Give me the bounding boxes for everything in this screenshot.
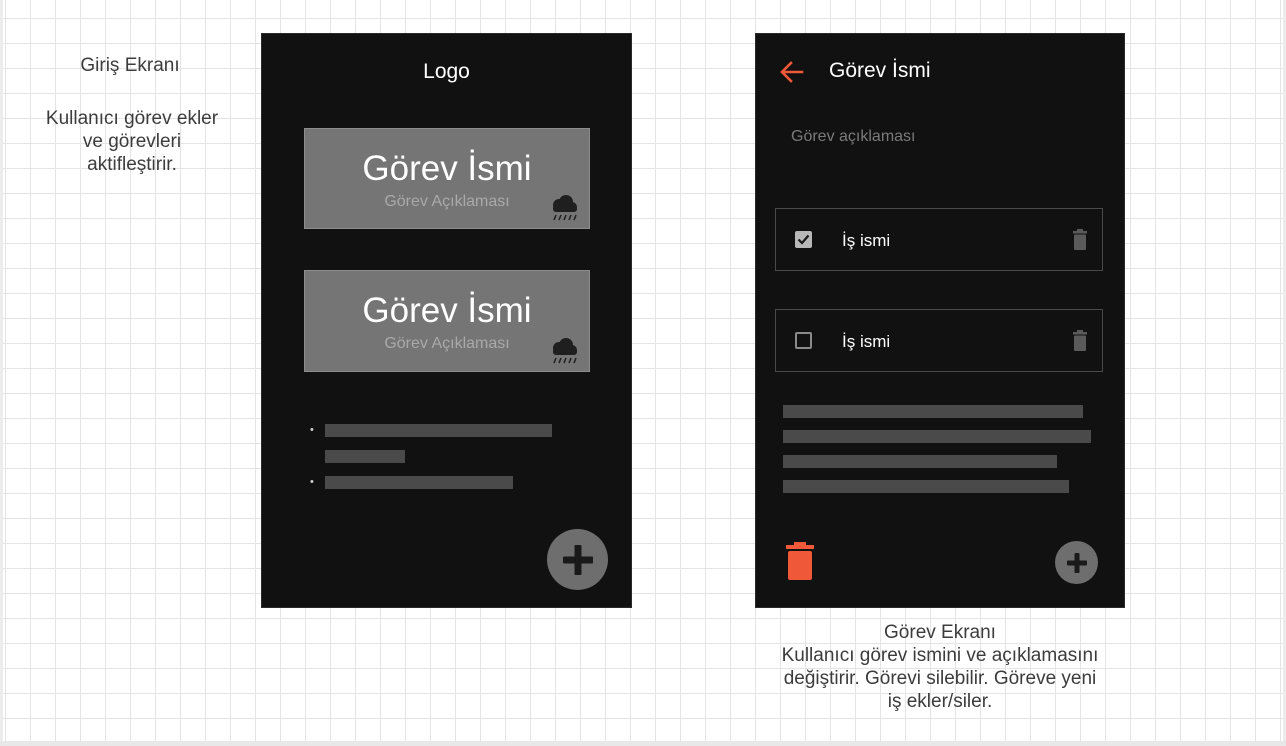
- subtask-label[interactable]: İş ismi: [842, 332, 890, 352]
- plus-icon: [562, 544, 593, 575]
- task-screen-note: Görev Ekranı Kullanıcı görev ismini ve a…: [740, 621, 1140, 713]
- placeholder-text-bar: [325, 476, 513, 489]
- canvas-edge: [0, 0, 3, 746]
- task-card-title: Görev İsmi: [362, 291, 532, 330]
- note-line: değiştirir. Görevi silebilir. Göreve yen…: [783, 668, 1097, 689]
- home-screen-description-note: Kullanıcı görev ekler ve görevleri aktif…: [12, 107, 252, 176]
- subtask-item: İş ismi: [775, 208, 1103, 271]
- subtask-label[interactable]: İş ismi: [842, 231, 890, 251]
- placeholder-text-bar: [783, 430, 1091, 443]
- list-bullet: •: [310, 476, 314, 488]
- list-bullet: •: [310, 424, 314, 436]
- trash-icon[interactable]: [1073, 330, 1087, 351]
- placeholder-text-bar: [783, 405, 1083, 418]
- task-card[interactable]: Görev İsmi Görev Açıklaması: [304, 270, 590, 372]
- task-card[interactable]: Görev İsmi Görev Açıklaması: [304, 128, 590, 229]
- rain-cloud-icon: [553, 195, 577, 221]
- home-screen-title-note: Giriş Ekranı: [80, 55, 180, 76]
- logo: Logo: [423, 60, 470, 83]
- checkmark-icon: [797, 234, 810, 245]
- task-card-description: Görev Açıklaması: [384, 193, 510, 210]
- rain-cloud-icon: [553, 338, 577, 364]
- task-screen-title-note: Görev Ekranı: [884, 622, 996, 643]
- task-title[interactable]: Görev İsmi: [829, 59, 931, 83]
- add-subtask-button[interactable]: [1055, 541, 1098, 584]
- task-description[interactable]: Görev açıklaması: [791, 128, 915, 146]
- arrow-left-icon[interactable]: [780, 61, 804, 83]
- note-line: iş ekler/siler.: [887, 691, 993, 712]
- add-task-button[interactable]: [547, 529, 608, 590]
- placeholder-text-bar: [783, 455, 1057, 468]
- task-screen: Görev İsmi Görev açıklaması İş ismi İş i…: [755, 33, 1125, 608]
- canvas-edge: [0, 741, 1286, 746]
- subtask-item: İş ismi: [775, 309, 1103, 372]
- note-line: Kullanıcı görev ekler: [45, 108, 219, 129]
- placeholder-text-bar: [783, 480, 1069, 493]
- subtask-checkbox[interactable]: [795, 332, 812, 349]
- note-line: ve görevleri: [82, 131, 182, 152]
- subtask-checkbox[interactable]: [795, 231, 812, 248]
- placeholder-text-bar: [325, 424, 552, 437]
- plus-icon: [1066, 552, 1087, 573]
- task-card-title: Görev İsmi: [362, 149, 532, 188]
- note-line: aktifleştirir.: [87, 154, 177, 175]
- task-card-description: Görev Açıklaması: [384, 335, 510, 352]
- placeholder-text-bar: [325, 450, 405, 463]
- trash-icon[interactable]: [1073, 229, 1087, 250]
- home-screen: Logo Görev İsmi Görev Açıklaması Görev İ…: [261, 33, 632, 608]
- note-line: Kullanıcı görev ismini ve açıklamasını: [781, 645, 1099, 666]
- delete-task-button[interactable]: [784, 542, 816, 580]
